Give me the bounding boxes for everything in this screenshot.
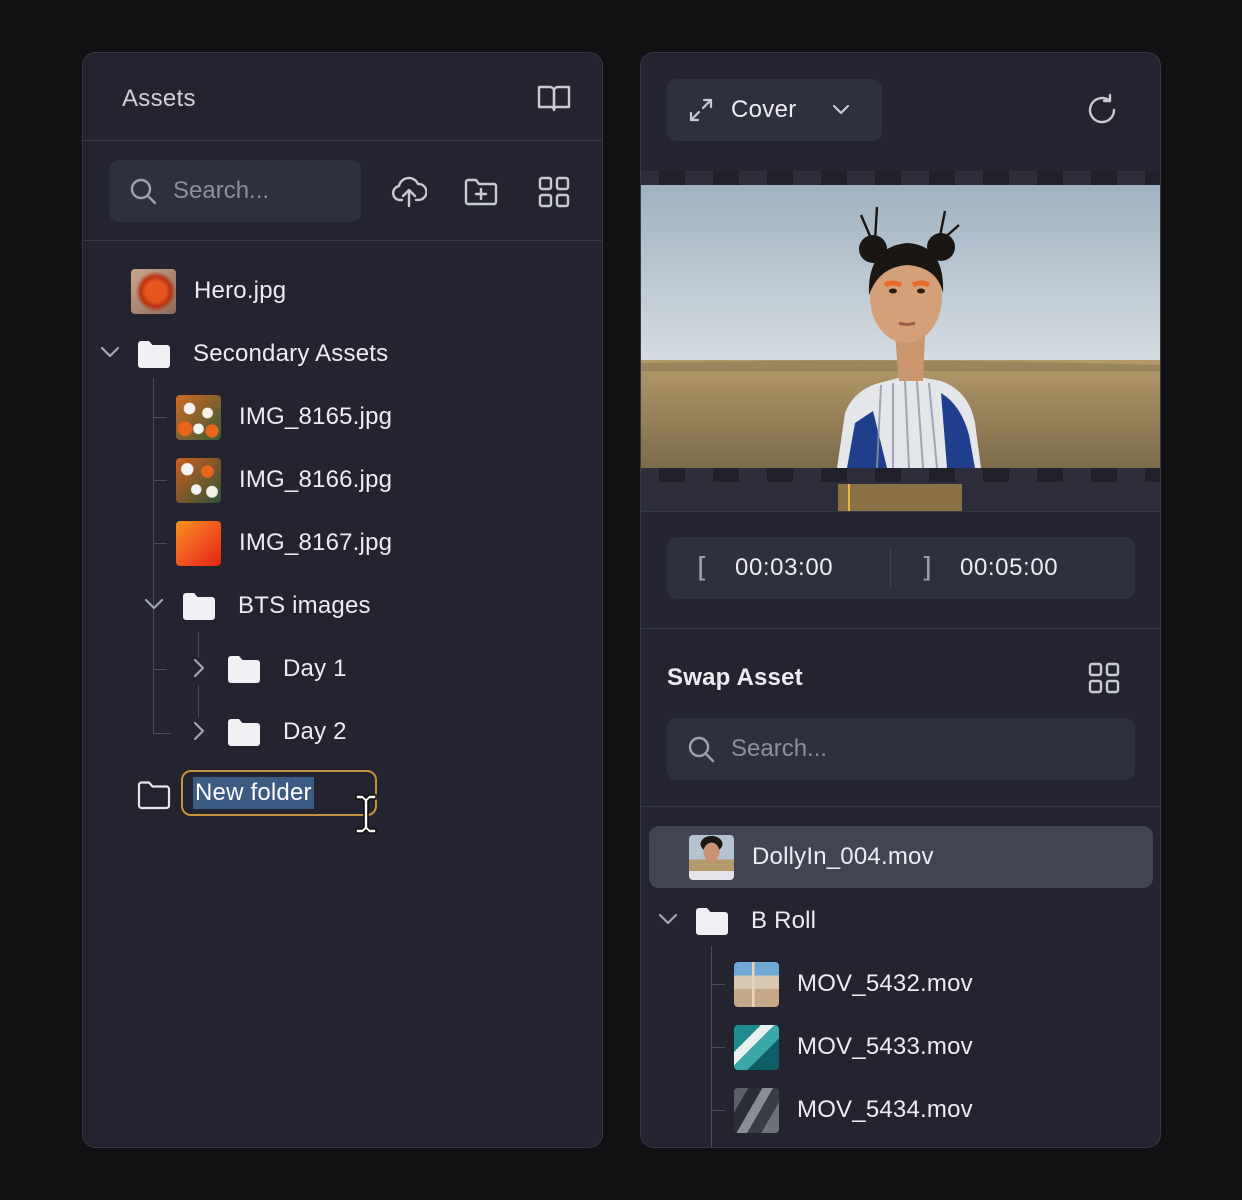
folder-icon (183, 593, 215, 620)
grid-view-icon[interactable] (534, 173, 574, 211)
folder-b-roll[interactable]: B Roll (695, 898, 816, 944)
item-label: Day 2 (283, 718, 347, 745)
item-label: MOV_5434.mov (797, 1096, 973, 1123)
list-item-img-8166[interactable]: IMG_8166.jpg (176, 457, 392, 503)
chevron-down-icon[interactable] (143, 595, 165, 618)
tree-guide (711, 1047, 725, 1048)
item-label: IMG_8166.jpg (239, 466, 393, 493)
tree-guide (153, 669, 167, 670)
video-preview (641, 171, 1160, 511)
item-label: Hero.jpg (194, 277, 287, 304)
toolbar-divider (83, 240, 602, 241)
tree-guide (198, 632, 199, 657)
tree-guide (198, 685, 199, 717)
search-icon (129, 177, 157, 205)
folder-secondary-assets[interactable]: Secondary Assets (137, 331, 388, 377)
swap-search-box[interactable] (667, 718, 1135, 780)
tree-guide (711, 984, 725, 985)
folder-icon (138, 341, 170, 368)
mov-5433-thumbnail (734, 1024, 779, 1070)
item-label: BTS images (238, 592, 371, 619)
swap-search-input[interactable] (729, 734, 1135, 764)
film-strip-top (641, 171, 1160, 185)
assets-search-input[interactable] (171, 176, 361, 206)
folder-icon (228, 656, 260, 683)
playhead[interactable] (848, 484, 850, 511)
timecode-divider (890, 549, 891, 587)
refresh-icon[interactable] (1081, 89, 1123, 131)
img-8167-thumbnail (176, 520, 221, 566)
tree-guide (153, 733, 171, 734)
mov-5432-thumbnail (734, 961, 779, 1007)
folder-icon (228, 719, 260, 746)
list-item-hero[interactable]: Hero.jpg (131, 268, 286, 314)
timecode-bar: [ 00:03:00 ] 00:05:00 (667, 537, 1135, 599)
out-time[interactable]: 00:05:00 (960, 554, 1058, 582)
list-item-img-8167[interactable]: IMG_8167.jpg (176, 520, 392, 566)
item-label: IMG_8165.jpg (239, 403, 393, 430)
folder-icon (696, 908, 728, 935)
list-item-mov-5432[interactable]: MOV_5432.mov (734, 961, 973, 1007)
item-label: B Roll (751, 907, 817, 934)
list-item-dollyin[interactable]: DollyIn_004.mov (689, 834, 934, 880)
item-label: DollyIn_004.mov (752, 843, 934, 870)
fit-mode-label: Cover (731, 96, 797, 123)
timeline-divider (641, 511, 1160, 512)
folder-outline-icon (137, 781, 171, 810)
folder-new-folder-icon-wrap (137, 772, 171, 818)
tree-guide (153, 480, 167, 481)
film-strip-bottom (641, 468, 1160, 482)
img-8165-thumbnail (176, 394, 221, 440)
item-label: Secondary Assets (193, 340, 389, 367)
timeline-selected-range[interactable] (838, 484, 962, 511)
chevron-down-icon[interactable] (99, 343, 121, 366)
folder-day-1[interactable]: Day 1 (227, 646, 347, 692)
rename-folder-input[interactable]: New folder (181, 770, 377, 816)
list-item-mov-5434[interactable]: MOV_5434.mov (734, 1087, 973, 1133)
assets-title: Assets (122, 85, 196, 112)
dollyin-thumbnail (689, 834, 734, 880)
hero-thumbnail (131, 268, 176, 314)
text-cursor-icon (353, 793, 379, 840)
upload-cloud-icon[interactable] (389, 173, 429, 211)
folder-bts-images[interactable]: BTS images (182, 583, 371, 629)
chevron-down-icon (831, 103, 851, 117)
item-label: MOV_5432.mov (797, 970, 973, 997)
item-label: MOV_5433.mov (797, 1033, 973, 1060)
in-bracket-icon: [ (693, 551, 710, 584)
folder-plus-icon[interactable] (461, 173, 501, 211)
chevron-down-icon[interactable] (657, 910, 679, 933)
tree-guide (153, 378, 154, 734)
header-divider (83, 140, 602, 141)
list-item-img-8165[interactable]: IMG_8165.jpg (176, 394, 392, 440)
search-divider (641, 806, 1160, 807)
video-frame (641, 185, 1160, 468)
chevron-right-icon[interactable] (191, 657, 207, 684)
tree-guide (711, 1110, 725, 1111)
rename-selected-text[interactable]: New folder (193, 777, 314, 809)
out-bracket-icon: ] (919, 551, 936, 584)
folder-day-2[interactable]: Day 2 (227, 709, 347, 755)
swap-asset-title: Swap Asset (667, 664, 803, 691)
tree-guide (153, 417, 167, 418)
assets-search-box[interactable] (109, 160, 361, 222)
section-divider (641, 628, 1160, 629)
preview-panel: Cover [00:03:00] 00:05:00 Swap Asset S… (640, 52, 1161, 1148)
item-label: Day 1 (283, 655, 347, 682)
chevron-right-icon[interactable] (191, 720, 207, 747)
item-label: IMG_8167.jpg (239, 529, 393, 556)
mov-5434-thumbnail (734, 1087, 779, 1133)
list-item-mov-5433[interactable]: MOV_5433.mov (734, 1024, 973, 1070)
assets-panel: Assets Search... Hero.jpg Secondary Asse… (82, 52, 603, 1148)
expand-icon (689, 98, 713, 122)
book-open-icon[interactable] (535, 81, 573, 115)
in-time[interactable]: 00:03:00 (735, 554, 833, 582)
fit-mode-dropdown[interactable]: Cover (667, 79, 882, 141)
img-8166-thumbnail (176, 457, 221, 503)
search-icon (687, 735, 715, 763)
grid-view-icon[interactable] (1085, 659, 1123, 697)
tree-guide (153, 543, 167, 544)
